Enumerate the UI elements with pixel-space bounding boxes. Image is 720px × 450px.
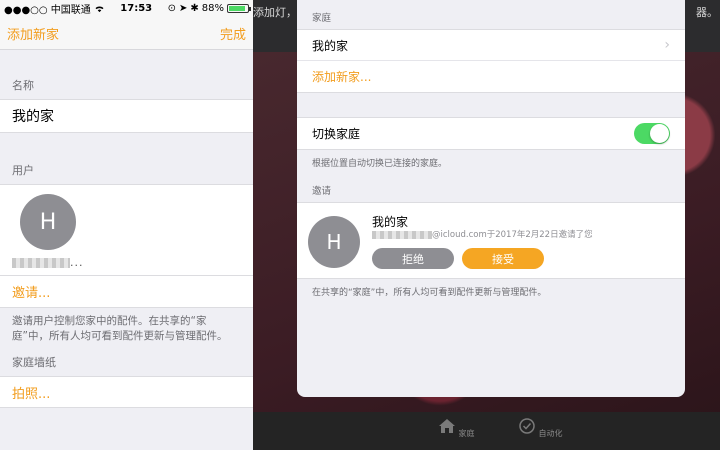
background-text-left: 添加灯， (253, 6, 297, 19)
invite-note: 邀请用户控制您家中的配件。在共享的“家庭”中，所有人均可看到配件更新与管理配件。 (12, 315, 228, 342)
clock: 17:53 (120, 3, 153, 14)
wifi-icon (95, 6, 104, 12)
users-section-label: 用户 (12, 164, 34, 177)
home-list: 我的家 › 添加新家... (297, 29, 685, 93)
battery-percent: 88% (201, 3, 224, 14)
toggle-knob (650, 124, 669, 143)
add-home-link[interactable]: 添加新家... (312, 68, 371, 85)
redacted-email (12, 258, 70, 268)
user-email: ... (12, 256, 84, 269)
wallpaper-section-label: 家庭墙纸 (12, 356, 56, 369)
chevron-right-icon: › (664, 37, 670, 53)
take-photo-row[interactable]: 拍照... (0, 376, 253, 408)
status-icons: ⊙ ➤ ✱ 88% (167, 3, 251, 14)
invite-link[interactable]: 邀请... (12, 282, 50, 301)
bluetooth-icon: ✱ (190, 3, 199, 14)
tab-bar: 家庭 自动化 (253, 412, 720, 450)
switch-home-note: 根据位置自动切换已连接的家庭。 (312, 159, 448, 169)
home-row-my-home[interactable]: 我的家 › (297, 30, 685, 61)
home-name-field[interactable]: 我的家 (0, 99, 253, 133)
home-section-label: 家庭 (312, 13, 332, 24)
add-home-title-button[interactable]: 添加新家 (7, 24, 59, 43)
add-home-row[interactable]: 添加新家... (297, 61, 685, 92)
tab-home[interactable]: 家庭 (438, 418, 475, 439)
status-bar: ●●●○○ 中国联通 17:53 ⊙ ➤ ✱ 88% (0, 0, 253, 17)
home-switcher-popover: 家庭 我的家 › 添加新家... 切换家庭 根据位置自动切换已连接的家庭。 邀请… (297, 0, 685, 397)
avatar: H (20, 194, 76, 250)
add-home-screen: ●●●○○ 中国联通 17:53 ⊙ ➤ ✱ 88% 添加新家 完成 名称 我的… (0, 0, 253, 450)
ipad-screen: 添加灯， 器。 家庭 我的家 › 添加新家... 切换家庭 根据位置自动切换已连… (253, 0, 720, 450)
lock-rotation-icon: ⊙ (167, 3, 176, 14)
carrier-label: ●●●○○ 中国联通 (4, 5, 91, 16)
decline-button[interactable]: 拒绝 (372, 248, 454, 269)
tab-automation[interactable]: 自动化 (518, 418, 563, 439)
switch-home-row: 切换家庭 (297, 118, 685, 149)
redacted-email (372, 230, 432, 239)
accept-button[interactable]: 接受 (462, 248, 544, 269)
name-section-label: 名称 (12, 79, 34, 92)
battery-icon (227, 4, 251, 13)
background-text-right: 器。 (696, 6, 718, 19)
house-icon (439, 419, 455, 433)
location-icon: ➤ (178, 3, 188, 14)
switch-home-cell: 切换家庭 (297, 117, 685, 150)
take-photo-link[interactable]: 拍照... (12, 383, 50, 402)
avatar: H (308, 216, 360, 268)
invitation-detail: @icloud.com于2017年2月22日邀请了您 (372, 228, 593, 240)
shared-note: 在共享的“家庭”中，所有人均可看到配件更新与管理配件。 (312, 288, 547, 298)
tab-automation-label: 自动化 (538, 429, 563, 438)
invite-section-label: 邀请 (312, 186, 332, 197)
nav-bar: 添加新家 完成 (0, 17, 253, 50)
user-cell[interactable]: H ... (0, 184, 253, 276)
battery-fill (229, 6, 245, 11)
invite-row[interactable]: 邀请... (0, 276, 253, 308)
tab-home-label: 家庭 (458, 429, 475, 438)
switch-home-toggle[interactable] (634, 123, 670, 144)
carrier: ●●●○○ 中国联通 (4, 1, 105, 16)
switch-home-label: 切换家庭 (312, 127, 361, 141)
clock-check-icon (519, 418, 535, 434)
invitation-card: H 我的家 @icloud.com于2017年2月22日邀请了您 拒绝 接受 (297, 202, 685, 279)
done-button[interactable]: 完成 (220, 24, 246, 43)
home-name: 我的家 (312, 38, 349, 53)
